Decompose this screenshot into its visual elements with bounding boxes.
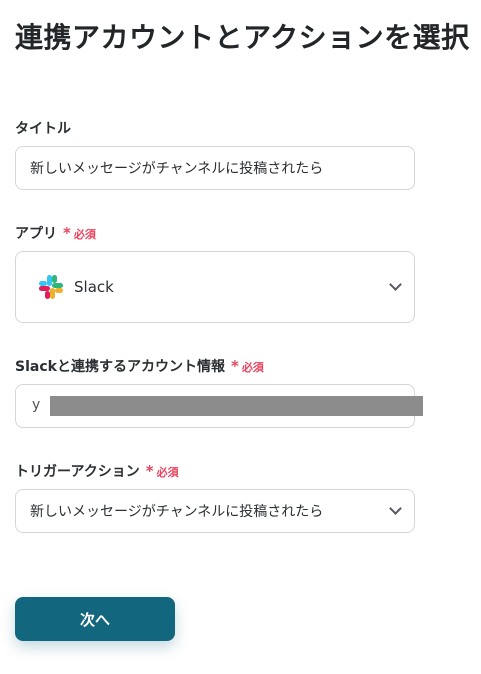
title-input-value: 新しいメッセージがチャンネルに投稿されたら — [30, 161, 324, 177]
required-text: 必須 — [156, 465, 179, 479]
app-field-label: アプリ * 必須 — [15, 223, 96, 243]
app-label-text: アプリ — [15, 226, 57, 242]
account-label-text: Slackと連携するアカウント情報 — [15, 359, 225, 375]
account-field-label: Slackと連携するアカウント情報 * 必須 — [15, 356, 264, 376]
page-title: 連携アカウントとアクションを選択 — [15, 21, 470, 54]
slack-logo-icon — [39, 275, 63, 299]
app-select[interactable]: Slack — [15, 251, 415, 323]
chevron-down-icon — [389, 502, 402, 515]
trigger-field-label: トリガーアクション * 必須 — [15, 461, 179, 481]
chevron-down-icon — [389, 278, 402, 291]
title-input[interactable]: 新しいメッセージがチャンネルに投稿されたら — [15, 146, 415, 190]
page: 連携アカウントとアクションを選択 タイトル 新しいメッセージがチャンネルに投稿さ… — [0, 0, 481, 674]
required-text: 必須 — [241, 360, 264, 374]
required-badge: * 必須 — [63, 226, 96, 242]
account-select[interactable]: y — [15, 384, 423, 428]
required-badge: * 必須 — [146, 464, 179, 480]
required-badge: * 必須 — [231, 359, 264, 375]
asterisk-icon: * — [63, 224, 71, 242]
account-value-prefix: y — [32, 397, 41, 413]
trigger-select-value: 新しいメッセージがチャンネルに投稿されたら — [30, 504, 324, 520]
app-select-value: Slack — [74, 278, 114, 296]
title-field-label: タイトル — [15, 118, 71, 138]
required-text: 必須 — [73, 227, 96, 241]
redacted-account-value — [50, 396, 423, 416]
next-button[interactable]: 次へ — [15, 597, 175, 641]
trigger-select[interactable]: 新しいメッセージがチャンネルに投稿されたら — [15, 489, 415, 533]
title-label-text: タイトル — [15, 121, 71, 137]
asterisk-icon: * — [230, 357, 239, 375]
asterisk-icon: * — [145, 462, 154, 480]
trigger-label-text: トリガーアクション — [15, 464, 140, 480]
